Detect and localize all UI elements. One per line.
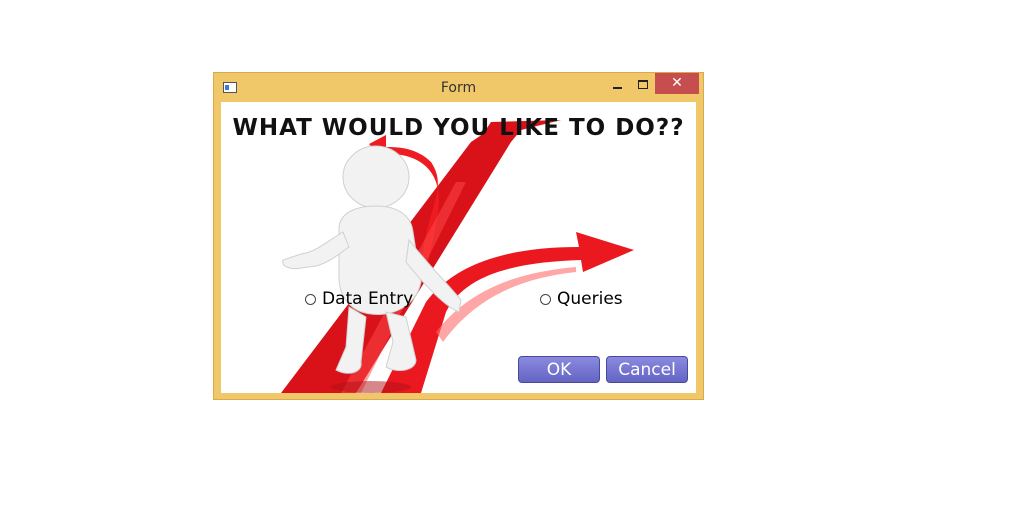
form-client-area: WHAT WOULD YOU LIKE TO DO?? Data Entry Q… xyxy=(221,102,696,393)
ok-button[interactable]: OK xyxy=(518,356,600,383)
maximize-button[interactable] xyxy=(630,73,656,94)
queries-label[interactable]: Queries xyxy=(557,289,623,309)
cancel-button[interactable]: Cancel xyxy=(606,356,688,383)
radio-circle-icon[interactable] xyxy=(540,293,551,305)
crossroads-illustration xyxy=(281,120,634,393)
form-heading: WHAT WOULD YOU LIKE TO DO?? xyxy=(232,115,685,141)
queries-radio[interactable]: Queries xyxy=(540,289,623,309)
minimize-icon xyxy=(612,86,622,89)
data-entry-label[interactable]: Data Entry xyxy=(322,289,413,309)
radio-circle-icon[interactable] xyxy=(305,293,316,305)
form-window: Form ✕ WHAT WOULD YOU LIKE TO DO?? Data … xyxy=(213,72,704,400)
close-button[interactable]: ✕ xyxy=(655,73,699,94)
maximize-icon xyxy=(638,79,648,89)
data-entry-radio[interactable]: Data Entry xyxy=(305,289,413,309)
minimize-button[interactable] xyxy=(604,73,630,94)
close-icon: ✕ xyxy=(671,75,683,91)
title-bar[interactable]: Form ✕ xyxy=(214,73,703,102)
